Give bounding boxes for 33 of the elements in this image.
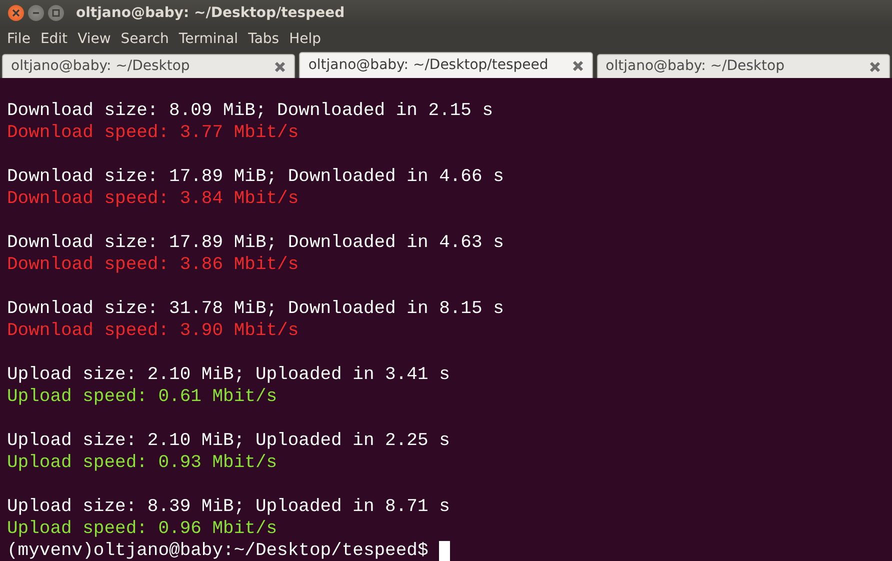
menu-item[interactable]: Search (118, 28, 172, 50)
menu-item[interactable]: Terminal (176, 28, 242, 50)
output-line: Upload speed: 0.61 Mbit/s (7, 386, 278, 408)
output-line: Upload size: 8.39 MiB; Uploaded in 8.71 s (7, 496, 450, 518)
output-line: Upload speed: 0.96 Mbit/s (7, 518, 278, 540)
output-line: Upload size: 2.10 MiB; Uploaded in 2.25 s (7, 430, 450, 452)
prompt-line: (myvenv)oltjano@baby:~/Desktop/tespeed$ (7, 540, 428, 561)
output-line: Download speed: 3.77 Mbit/s (7, 122, 299, 144)
window-title: oltjano@baby: ~/Desktop/tespeed (76, 4, 345, 22)
menu-item[interactable]: View (74, 28, 114, 50)
output-line: Upload speed: 0.93 Mbit/s (7, 452, 278, 474)
close-icon[interactable] (572, 60, 584, 72)
cursor (439, 541, 450, 561)
close-icon[interactable] (274, 60, 286, 72)
output-line: Download speed: 3.86 Mbit/s (7, 254, 299, 276)
output-line: Download speed: 3.90 Mbit/s (7, 320, 299, 342)
menu-item[interactable]: Help (286, 28, 324, 50)
menu-item[interactable]: Tabs (245, 28, 282, 50)
output-line: Upload size: 2.10 MiB; Uploaded in 3.41 s (7, 364, 450, 386)
minimize-icon[interactable] (28, 5, 44, 21)
close-icon[interactable] (868, 60, 881, 72)
output-line: Download size: 17.89 MiB; Downloaded in 4.63 s (7, 232, 504, 254)
terminal-tab[interactable]: oltjano@baby: ~/Desktop (596, 54, 890, 78)
output-line: Download speed: 3.84 Mbit/s (7, 188, 299, 210)
close-icon[interactable] (8, 5, 24, 21)
menu-item[interactable]: Edit (37, 28, 71, 50)
menu-item[interactable]: File (4, 28, 34, 50)
maximize-icon[interactable] (48, 5, 64, 21)
output-line: Download size: 31.78 MiB; Downloaded in 8.15 s (7, 298, 504, 320)
output-line: Download size: 8.09 MiB; Downloaded in 2.15 s (7, 100, 494, 122)
terminal-tab[interactable]: oltjano@baby: ~/Desktop/tespeed (299, 52, 593, 78)
output-line: Download size: 17.89 MiB; Downloaded in 4.66 s (7, 166, 504, 188)
terminal-tab[interactable]: oltjano@baby: ~/Desktop (2, 54, 296, 78)
